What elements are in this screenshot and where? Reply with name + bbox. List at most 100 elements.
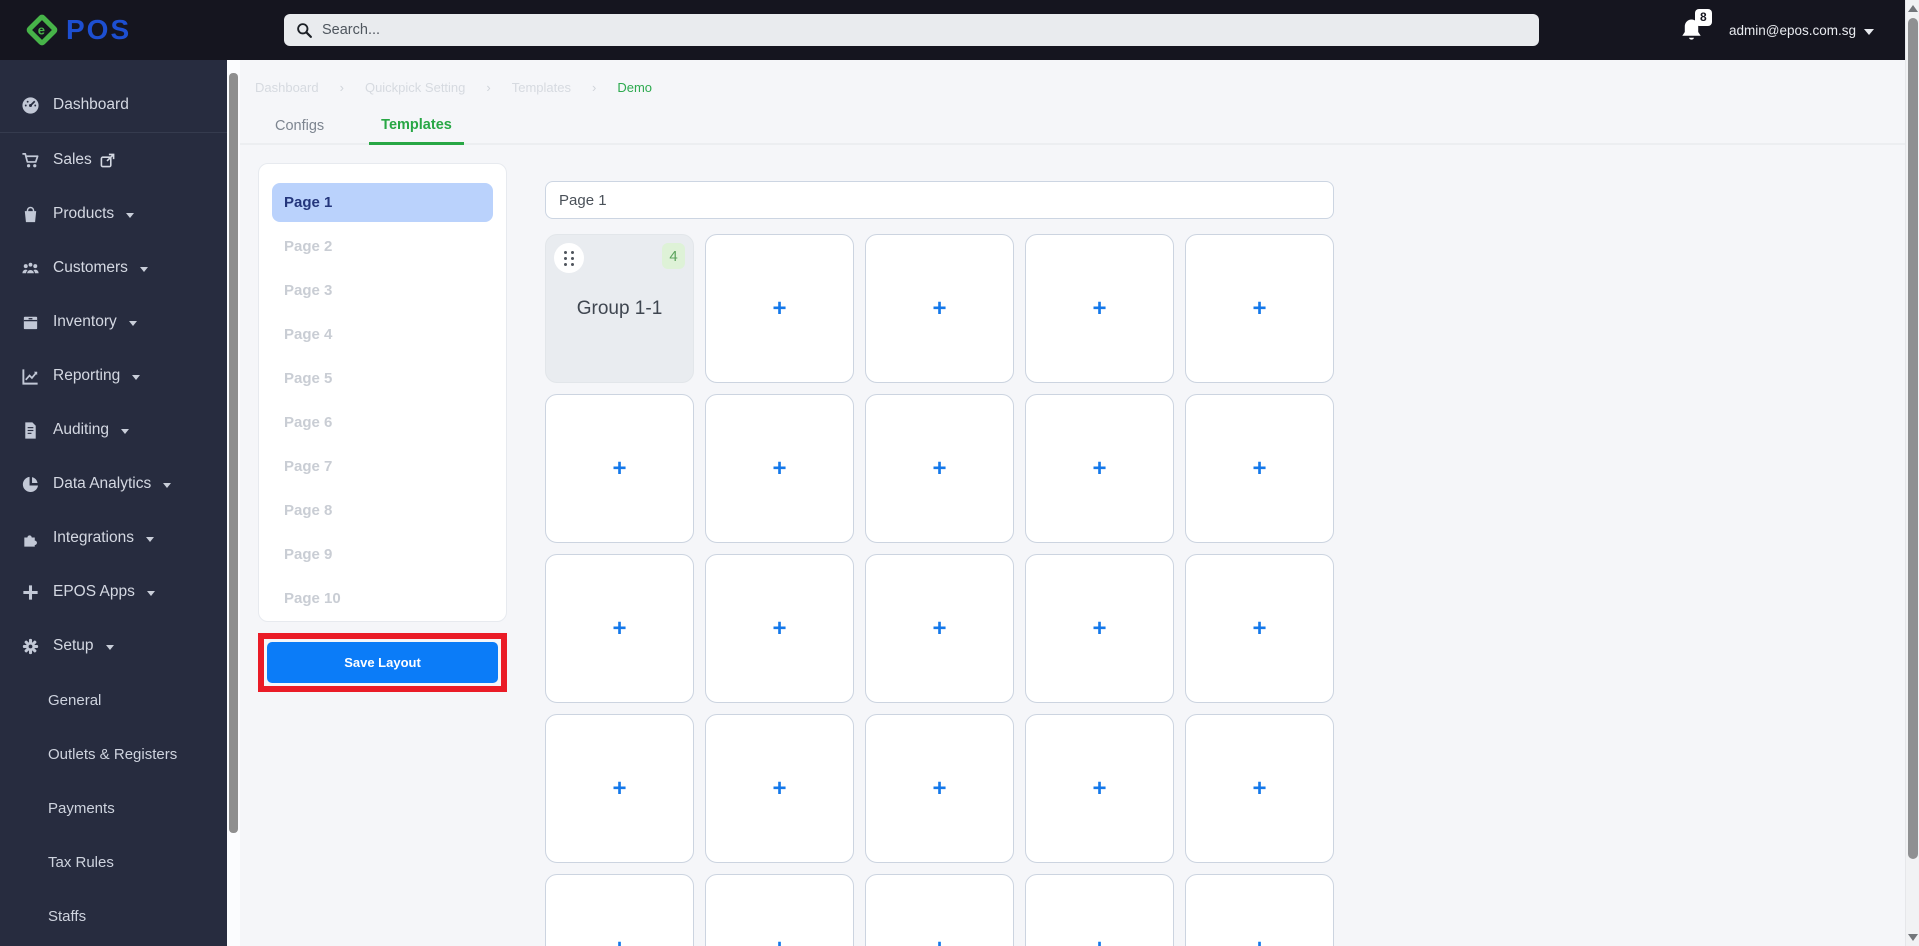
save-layout-button[interactable]: Save Layout [267, 642, 498, 683]
add-item-plus-icon: + [1252, 455, 1266, 483]
grid-cell-empty-r4c2[interactable]: + [705, 714, 854, 863]
template-editor: 4Group 1-1++++++++++++++++++++++++ [545, 181, 1334, 946]
add-item-plus-icon: + [932, 295, 946, 323]
page-list-item-2[interactable]: Page 2 [272, 227, 493, 266]
grid-cell-empty-r5c3[interactable]: + [865, 874, 1014, 946]
sidebar-item-customers[interactable]: Customers [0, 241, 227, 295]
plus-icon [21, 583, 40, 602]
bag-icon [21, 205, 40, 224]
add-item-plus-icon: + [1092, 615, 1106, 643]
sidebar-scrollbar-thumb[interactable] [229, 73, 238, 833]
page-list-item-7[interactable]: Page 7 [272, 447, 493, 486]
sidebar-item-integrations[interactable]: Integrations [0, 511, 227, 565]
page-list-item-label: Page 1 [284, 194, 332, 211]
chevron-down-icon [146, 537, 154, 542]
sidebar-item-inventory[interactable]: Inventory [0, 295, 227, 349]
external-link-icon [100, 153, 115, 168]
search-input[interactable]: Search... [284, 14, 1539, 46]
sidebar-item-setup[interactable]: Setup [0, 619, 227, 673]
grid-cell-empty-r4c1[interactable]: + [545, 714, 694, 863]
scrollbar-down-arrow[interactable] [1908, 934, 1918, 941]
epos-logo[interactable]: e POS [30, 0, 131, 60]
sidebar-subitem-general[interactable]: General [0, 673, 227, 727]
sidebar-item-reporting[interactable]: Reporting [0, 349, 227, 403]
page-list-item-9[interactable]: Page 9 [272, 535, 493, 574]
grid-cell-empty-r5c1[interactable]: + [545, 874, 694, 946]
group-item-count-badge: 4 [662, 243, 685, 269]
page-list-item-label: Page 6 [284, 414, 332, 431]
grid-cell-empty-r5c5[interactable]: + [1185, 874, 1334, 946]
sidebar-subitem-outlets-registers[interactable]: Outlets & Registers [0, 727, 227, 781]
sidebar-subitem-staffs[interactable]: Staffs [0, 889, 227, 943]
grid-cell-empty-r4c3[interactable]: + [865, 714, 1014, 863]
page: e POS Search... 8 admin@epos.com.sg Dash… [0, 0, 1919, 946]
sidebar-item-label: EPOS Apps [53, 583, 135, 601]
grid-cell-empty-r2c5[interactable]: + [1185, 394, 1334, 543]
drag-handle[interactable] [554, 243, 584, 273]
page-list-item-6[interactable]: Page 6 [272, 403, 493, 442]
sidebar-subitem-payments[interactable]: Payments [0, 781, 227, 835]
grid-cell-empty-r2c2[interactable]: + [705, 394, 854, 543]
breadcrumb-item-quickpick-setting[interactable]: Quickpick Setting [365, 80, 465, 95]
sidebar-item-label: Data Analytics [53, 475, 151, 493]
sidebar-subitem-label: Tax Rules [48, 854, 114, 871]
sidebar-item-sales[interactable]: Sales [0, 133, 227, 187]
page-list-item-label: Page 2 [284, 238, 332, 255]
sidebar-item-products[interactable]: Products [0, 187, 227, 241]
user-menu[interactable]: admin@epos.com.sg [1729, 23, 1874, 38]
topbar: e POS Search... 8 admin@epos.com.sg [0, 0, 1919, 60]
grid-cell-empty-r2c1[interactable]: + [545, 394, 694, 543]
grid-cell-empty-r2c3[interactable]: + [865, 394, 1014, 543]
grid-cell-empty-r3c5[interactable]: + [1185, 554, 1334, 703]
tab-configs[interactable]: Configs [263, 107, 336, 145]
page-list-item-5[interactable]: Page 5 [272, 359, 493, 398]
page-name-input[interactable] [545, 181, 1334, 219]
grid-cell-empty-r3c2[interactable]: + [705, 554, 854, 703]
page-list-item-label: Page 8 [284, 502, 332, 519]
breadcrumb-item-dashboard[interactable]: Dashboard [255, 80, 319, 95]
grid-cell-empty-r3c4[interactable]: + [1025, 554, 1174, 703]
group-label: Group 1-1 [577, 298, 663, 320]
dashboard-icon [21, 96, 40, 115]
chevron-down-icon [147, 591, 155, 596]
grid-cell-empty-r5c2[interactable]: + [705, 874, 854, 946]
window-scrollbar-thumb[interactable] [1908, 18, 1918, 859]
page-list-item-8[interactable]: Page 8 [272, 491, 493, 530]
page-list-item-10[interactable]: Page 10 [272, 579, 493, 618]
notifications-button[interactable]: 8 [1680, 18, 1703, 43]
add-item-plus-icon: + [932, 455, 946, 483]
sidebar-subitem-tax-rules[interactable]: Tax Rules [0, 835, 227, 889]
grid-cell-empty-r3c1[interactable]: + [545, 554, 694, 703]
chevron-down-icon [163, 483, 171, 488]
grid-cell-group[interactable]: 4 Group 1-1 [545, 234, 694, 383]
grid-cell-empty-r1c2[interactable]: + [705, 234, 854, 383]
grid-cell-empty-r5c4[interactable]: + [1025, 874, 1174, 946]
grid-cell-empty-r1c5[interactable]: + [1185, 234, 1334, 383]
breadcrumb-item-demo[interactable]: Demo [617, 80, 652, 95]
page-list-item-3[interactable]: Page 3 [272, 271, 493, 310]
add-item-plus-icon: + [932, 935, 946, 946]
sidebar-item-epos-apps[interactable]: EPOS Apps [0, 565, 227, 619]
chevron-down-icon [126, 213, 134, 218]
sidebar-item-data-analytics[interactable]: Data Analytics [0, 457, 227, 511]
grid-cell-empty-r3c3[interactable]: + [865, 554, 1014, 703]
topbar-right: 8 admin@epos.com.sg [1680, 0, 1874, 60]
page-list-item-4[interactable]: Page 4 [272, 315, 493, 354]
grid-cell-empty-r1c3[interactable]: + [865, 234, 1014, 383]
tab-templates[interactable]: Templates [369, 107, 464, 145]
pie-icon [21, 475, 40, 494]
sidebar-item-auditing[interactable]: Auditing [0, 403, 227, 457]
scrollbar-up-arrow[interactable] [1908, 5, 1918, 12]
breadcrumb: Dashboard›Quickpick Setting›Templates›De… [255, 80, 652, 95]
grid-cell-empty-r4c4[interactable]: + [1025, 714, 1174, 863]
page-list-item-label: Page 3 [284, 282, 332, 299]
grid-cell-empty-r4c5[interactable]: + [1185, 714, 1334, 863]
sidebar-item-label: Setup [53, 637, 94, 655]
breadcrumb-item-templates[interactable]: Templates [512, 80, 571, 95]
grid-cell-empty-r2c4[interactable]: + [1025, 394, 1174, 543]
add-item-plus-icon: + [772, 455, 786, 483]
page-list-item-1[interactable]: Page 1 [272, 183, 493, 222]
sidebar-item-dashboard[interactable]: Dashboard [0, 78, 227, 132]
grid-cell-empty-r1c4[interactable]: + [1025, 234, 1174, 383]
add-item-plus-icon: + [1092, 295, 1106, 323]
